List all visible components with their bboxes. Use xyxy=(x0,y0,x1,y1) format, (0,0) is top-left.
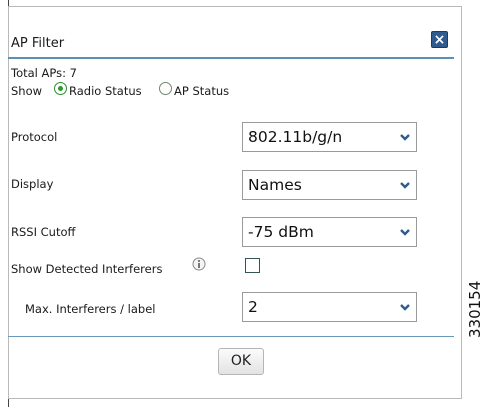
chevron-down-icon xyxy=(400,182,410,189)
rssi-cutoff-select[interactable]: -75 dBm xyxy=(242,217,417,247)
rssi-cutoff-value: -75 dBm xyxy=(248,223,314,241)
dialog-title: AP Filter xyxy=(11,36,65,51)
show-interferers-label: Show Detected Interferers xyxy=(11,262,163,276)
ap-status-label: AP Status xyxy=(174,84,230,98)
header-divider xyxy=(8,57,454,59)
total-aps-text: Total APs: 7 xyxy=(11,66,77,80)
radio-status-radio[interactable] xyxy=(54,82,67,95)
protocol-value: 802.11b/g/n xyxy=(248,128,343,146)
max-interferers-select[interactable]: 2 xyxy=(242,292,417,322)
max-interferers-value: 2 xyxy=(248,298,258,316)
show-interferers-checkbox[interactable] xyxy=(245,258,260,273)
rssi-cutoff-label: RSSI Cutoff xyxy=(11,225,76,239)
footer-divider xyxy=(8,336,454,337)
show-label: Show xyxy=(11,84,43,98)
figure-id: 330154 xyxy=(466,280,484,338)
close-icon: × xyxy=(433,32,446,48)
display-select[interactable]: Names xyxy=(242,170,417,200)
display-label: Display xyxy=(11,177,54,191)
max-interferers-label: Max. Interferers / label xyxy=(25,302,156,316)
ap-status-radio[interactable] xyxy=(159,82,172,95)
protocol-select[interactable]: 802.11b/g/n xyxy=(242,122,417,152)
ok-button[interactable]: OK xyxy=(218,348,264,375)
chevron-down-icon xyxy=(400,229,410,236)
chevron-down-icon xyxy=(400,134,410,141)
radio-status-label: Radio Status xyxy=(69,84,142,98)
protocol-label: Protocol xyxy=(11,130,58,144)
close-button[interactable]: × xyxy=(431,31,448,48)
display-value: Names xyxy=(248,176,302,194)
chevron-down-icon xyxy=(400,304,410,311)
ap-filter-dialog xyxy=(8,6,462,399)
info-icon[interactable] xyxy=(192,257,206,271)
